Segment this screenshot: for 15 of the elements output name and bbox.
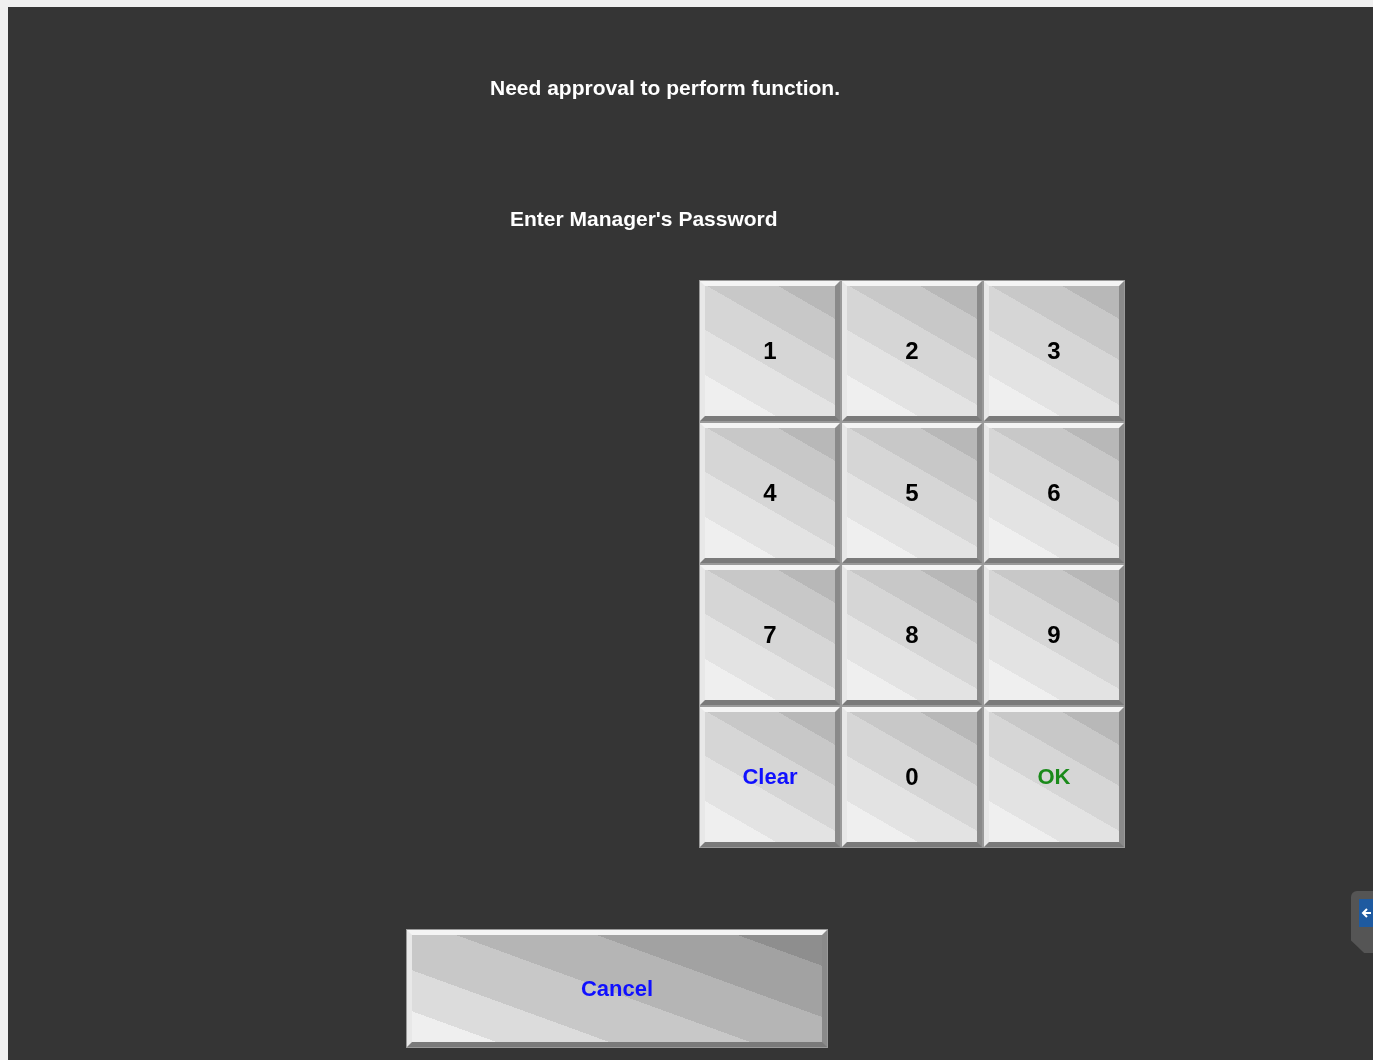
approval-message: Need approval to perform function. <box>490 75 841 101</box>
keypad-key[interactable]: Clear <box>699 706 841 848</box>
keypad-key[interactable]: 5 <box>841 422 983 564</box>
keypad-key[interactable]: 9 <box>983 564 1125 706</box>
keypad-key[interactable]: 2 <box>841 280 983 422</box>
keypad-key[interactable]: 7 <box>699 564 841 706</box>
keypad-key[interactable]: 6 <box>983 422 1125 564</box>
keypad-key[interactable]: 4 <box>699 422 841 564</box>
keypad-key[interactable]: 3 <box>983 280 1125 422</box>
keypad-key[interactable]: 0 <box>841 706 983 848</box>
keypad-key[interactable]: 8 <box>841 564 983 706</box>
keypad-key[interactable]: 1 <box>699 280 841 422</box>
password-prompt: Enter Manager's Password <box>510 206 778 232</box>
cancel-button[interactable]: Cancel <box>406 929 828 1048</box>
side-tab[interactable] <box>1351 891 1373 953</box>
